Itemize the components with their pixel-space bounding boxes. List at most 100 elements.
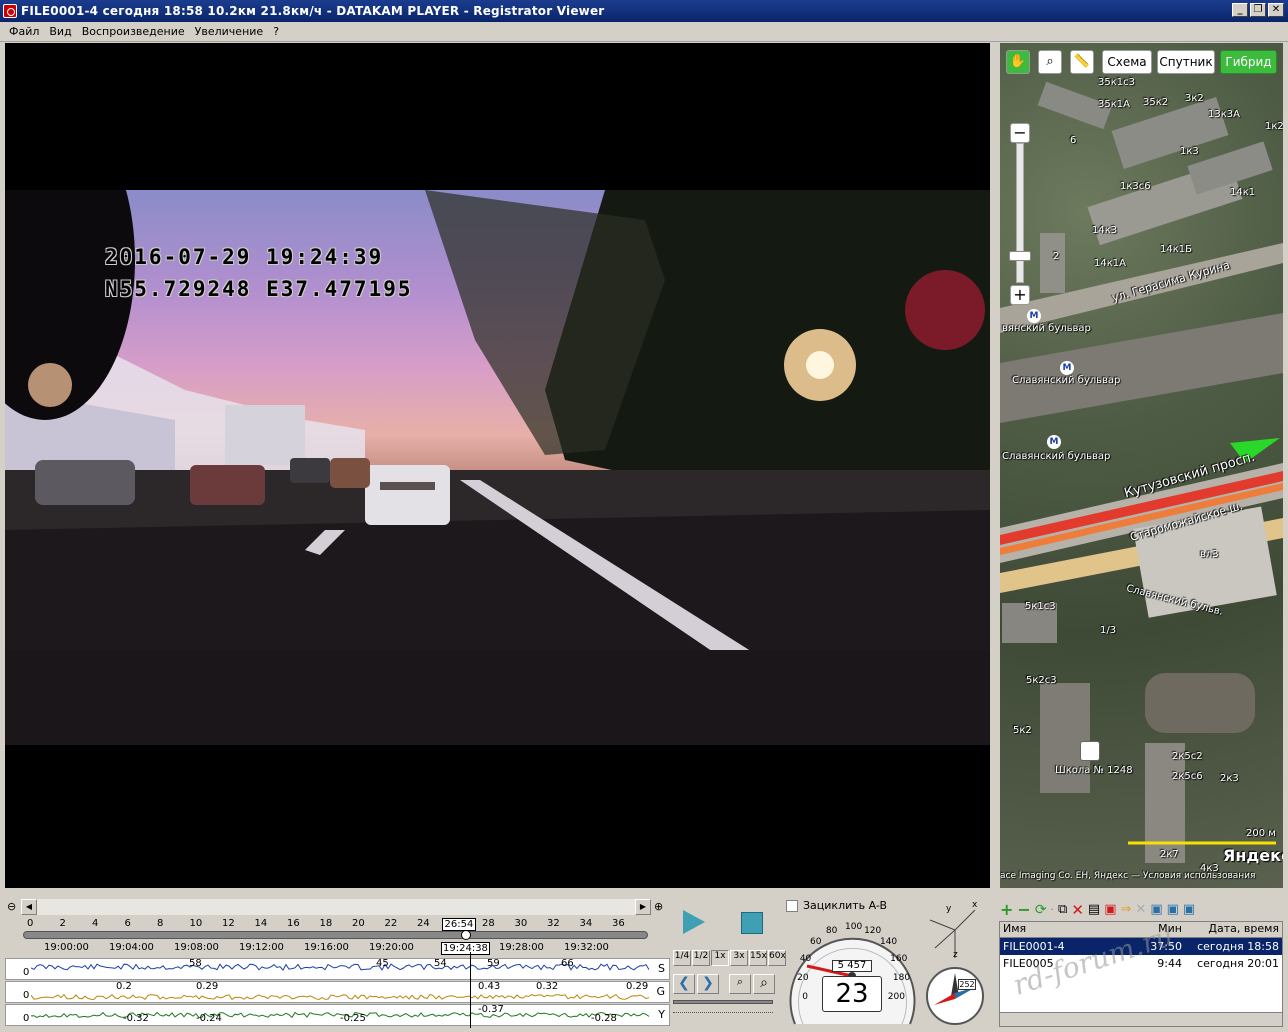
video-frame: 2016-07-29 19:24:39 N55.729248 E37.47719… — [5, 190, 990, 745]
zoom-out-icon[interactable]: ⊖ — [7, 900, 16, 913]
copy-icon[interactable]: ⧉ — [1058, 902, 1067, 917]
timeline-handle[interactable] — [461, 930, 471, 940]
map-zoom-out-button[interactable]: − — [1010, 123, 1030, 143]
volume-track[interactable] — [673, 1000, 773, 1004]
scroll-right-button[interactable]: ▶ — [635, 899, 651, 915]
add-file-icon[interactable]: + — [1000, 900, 1013, 919]
speed-scale-label: 100 — [845, 922, 863, 932]
loop-checkbox[interactable] — [786, 900, 798, 912]
app-icon — [3, 4, 17, 18]
minute-tick: 8 — [157, 918, 164, 929]
speedometer: 0 20 40 60 80 100 120 140 160 180 200 5 457 23 — [785, 916, 920, 1028]
minute-tick: 12 — [222, 918, 235, 929]
graph-zero-label: 0 — [23, 1013, 30, 1024]
speed-button[interactable]: 1x — [711, 950, 729, 966]
clock-tick: 19:24:38 — [441, 942, 490, 955]
play-icon[interactable] — [683, 910, 705, 934]
map-label: 35к1с3 — [1098, 77, 1135, 88]
clock-tick: 19:20:00 — [369, 942, 414, 953]
column-date[interactable]: Дата, время — [1185, 922, 1282, 937]
zoom-in-video-icon[interactable]: ⌕ — [753, 974, 775, 994]
minute-tick: 24 — [417, 918, 430, 929]
delete-icon[interactable]: ✕ — [1071, 901, 1084, 919]
clock-tick: 19:12:00 — [239, 942, 284, 953]
map-label: 13к3А — [1208, 109, 1240, 120]
close-button[interactable]: ✕ — [1268, 3, 1284, 17]
graph-value: 0.43 — [478, 981, 501, 992]
map-mode-hybrid[interactable]: Гибрид — [1220, 50, 1277, 74]
minute-tick: 2 — [59, 918, 66, 929]
map-zoom-in-button[interactable]: + — [1010, 285, 1030, 305]
view-icon[interactable]: ▣ — [1150, 902, 1162, 917]
speed-button[interactable]: 3x — [730, 950, 748, 966]
hand-tool-icon[interactable]: ✋ — [1006, 50, 1030, 74]
map-label: 2к7 — [1160, 849, 1179, 860]
scroll-left-button[interactable]: ◀ — [21, 899, 37, 915]
map-panel[interactable]: ✋ ⌕ 📏 Схема Спутник Гибрид − + 35к1с3 35… — [1000, 43, 1283, 888]
graph-value: 0.32 — [536, 981, 559, 992]
next-frame-icon[interactable]: ❯ — [697, 974, 719, 994]
osd-datetime: 2016-07-29 19:24:39 — [105, 245, 384, 269]
map-scale: 200 м — [1246, 828, 1276, 839]
metro-label: Славянский бульвар — [1002, 451, 1111, 462]
restore-button[interactable]: ❐ — [1250, 3, 1266, 17]
map-label: 1к3 — [1180, 146, 1199, 157]
volume-ticks — [673, 1012, 773, 1020]
speed-button[interactable]: 15x — [749, 950, 767, 966]
map-label: 5к1с3 — [1025, 601, 1056, 612]
timeline-track[interactable] — [23, 931, 648, 939]
graph-value: -0.25 — [340, 1013, 366, 1024]
graph-value: 66 — [561, 958, 574, 969]
minimize-button[interactable]: _ — [1232, 3, 1248, 17]
refresh-icon[interactable]: ⟳ — [1035, 902, 1047, 918]
prev-frame-icon[interactable]: ❮ — [673, 974, 695, 994]
graph-value: 0.2 — [116, 981, 132, 992]
map-label: 14к1Б — [1160, 244, 1192, 255]
menu-view[interactable]: Вид — [44, 25, 76, 38]
remove-file-icon[interactable]: − — [1017, 900, 1030, 919]
video-player[interactable]: 2016-07-29 19:24:39 N55.729248 E37.47719… — [5, 43, 990, 888]
graph-value: 59 — [487, 958, 500, 969]
title-bar: FILE0001-4 сегодня 18:58 10.2км 21.8км/ч… — [0, 0, 1288, 22]
menu-zoom[interactable]: Увеличение — [190, 25, 269, 38]
speed-graph: 0 58 45 54 59 66 S — [5, 958, 670, 980]
playback-controls: 1/4 1/2 1x 3x 15x 60x ❮ ❯ ⌕ ⌕ — [673, 892, 786, 1030]
axis-y-label: y — [946, 904, 952, 914]
speed-button[interactable]: 60x — [768, 950, 786, 966]
speed-button[interactable]: 1/2 — [692, 950, 710, 966]
menu-help[interactable]: ? — [268, 25, 284, 38]
map-mode-satellite[interactable]: Спутник — [1157, 50, 1215, 74]
protect-icon[interactable]: ▣ — [1104, 902, 1116, 917]
disabled-action-icon: ✕ — [1135, 902, 1147, 917]
ruler-icon[interactable]: 📏 — [1070, 50, 1094, 74]
zoom-in-icon[interactable]: ⊕ — [654, 900, 663, 913]
timeline-scrollbar[interactable]: ⊖ ◀ ▶ ⊕ — [5, 899, 670, 915]
zoom-out-video-icon[interactable]: ⌕ — [729, 974, 751, 994]
file-list-scrollbar[interactable] — [1000, 1012, 1282, 1026]
menu-playback[interactable]: Воспроизведение — [77, 25, 190, 38]
map-zoom-handle[interactable] — [1009, 251, 1031, 261]
menu-file[interactable]: Файл — [4, 25, 44, 38]
export-icon[interactable]: ⇒ — [1121, 902, 1132, 917]
map-label: 2к3 — [1220, 773, 1239, 784]
window-icon[interactable]: ▣ — [1183, 902, 1195, 917]
map-zoom-track[interactable] — [1016, 143, 1024, 283]
clock-ticks: 19:00:00 19:04:00 19:08:00 19:12:00 19:16:00… — [5, 942, 670, 956]
graph-value: 0.29 — [626, 981, 649, 992]
stop-icon[interactable] — [741, 912, 763, 934]
separator-icon: · — [1050, 903, 1055, 916]
clock-tick: 19:32:00 — [564, 942, 609, 953]
map-mode-scheme[interactable]: Схема — [1102, 50, 1152, 74]
zoom-area-icon[interactable]: ⌕ — [1038, 50, 1062, 74]
speed-scale-label: 200 — [887, 991, 905, 1002]
playhead-line — [470, 952, 471, 1028]
scroll-track[interactable] — [37, 899, 635, 915]
map-label: Школа № 1248 — [1055, 765, 1133, 776]
clock-tick: 19:08:00 — [174, 942, 219, 953]
map-attribution[interactable]: ace Imaging Co. EH, Яндекс — Условия исп… — [1000, 871, 1255, 881]
bottom-panel: ⊖ ◀ ▶ ⊕ 0 2 4 6 8 10 12 14 16 18 20 22 24 26:54 28 30 32… — [0, 892, 1288, 1032]
graph-value: -0.24 — [196, 1013, 222, 1024]
speed-button[interactable]: 1/4 — [673, 950, 691, 966]
view-alt-icon[interactable]: ▣ — [1167, 902, 1179, 917]
save-icon[interactable]: ▤ — [1088, 902, 1100, 917]
